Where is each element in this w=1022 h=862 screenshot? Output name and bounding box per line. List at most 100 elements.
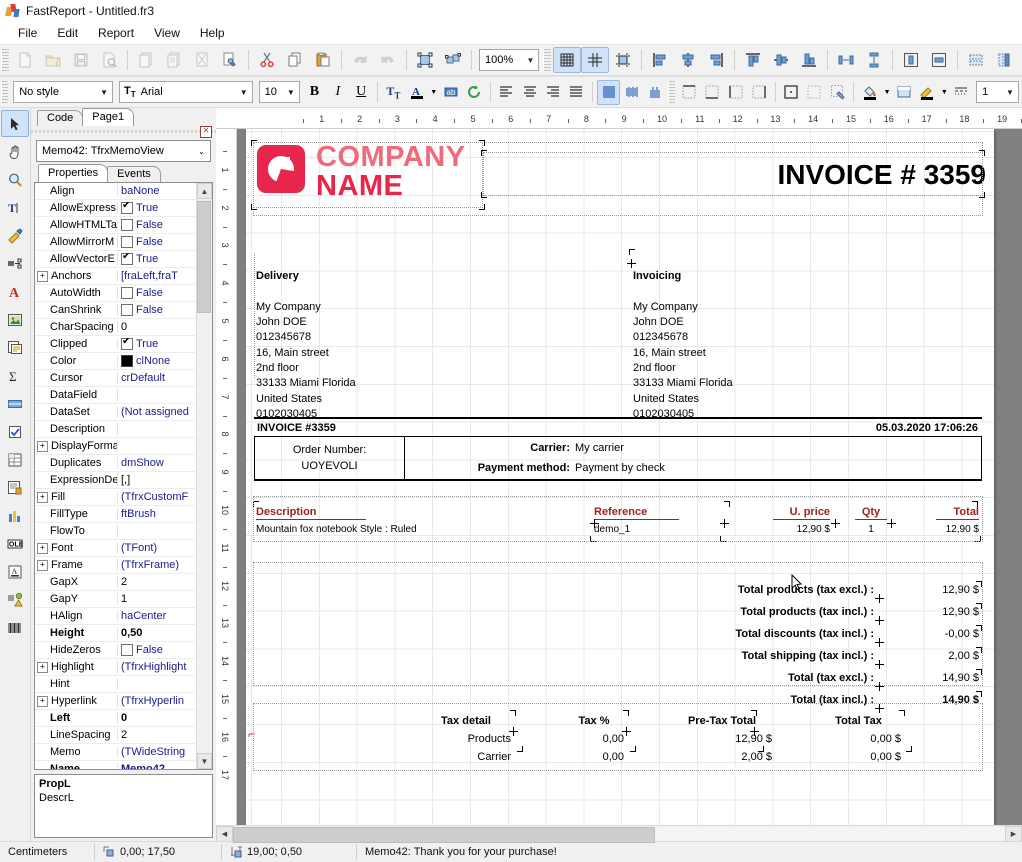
property-value[interactable]: False: [118, 304, 196, 316]
memo-tool[interactable]: A: [1, 278, 29, 305]
property-value[interactable]: (TfrxCustomF: [118, 491, 196, 503]
menu-file[interactable]: File: [8, 24, 47, 42]
chevron-down-icon[interactable]: ▼: [236, 88, 252, 97]
property-value[interactable]: ftBrush: [118, 508, 196, 520]
property-row[interactable]: Hint: [35, 676, 196, 693]
checkbox-icon[interactable]: [121, 253, 133, 265]
align-text-center-icon[interactable]: [518, 80, 541, 105]
chevron-down-icon[interactable]: ▼: [428, 81, 439, 104]
expand-icon[interactable]: +: [37, 542, 48, 554]
checkbox-tool[interactable]: [1, 418, 29, 445]
frame-edit-icon[interactable]: [826, 80, 849, 105]
property-list[interactable]: Align baNone AllowExpress True AllowHTMLTa Fa…: [35, 183, 196, 769]
format-painter-tool[interactable]: [1, 222, 29, 249]
insert-band-tool[interactable]: [1, 250, 29, 277]
property-value[interactable]: True: [118, 338, 196, 350]
property-value[interactable]: 2: [118, 729, 196, 741]
same-height-icon[interactable]: [990, 47, 1018, 73]
property-row[interactable]: + DisplayForma: [35, 438, 196, 455]
hand-tool[interactable]: [1, 138, 29, 165]
new-page-icon[interactable]: [132, 47, 160, 73]
expand-icon[interactable]: +: [37, 661, 48, 673]
checkbox-icon[interactable]: [121, 304, 133, 316]
copy-icon[interactable]: [281, 47, 309, 73]
zoom-combo[interactable]: 100% ▼: [479, 49, 539, 71]
property-value[interactable]: 2: [118, 576, 196, 588]
canvas-scroll-area[interactable]: COMPANY NAME INVOICE # 3359 Delivery My …: [237, 129, 1022, 825]
menu-view[interactable]: View: [144, 24, 190, 42]
checkbox-icon[interactable]: [121, 202, 133, 214]
expand-icon[interactable]: +: [37, 491, 48, 503]
table-tool[interactable]: [1, 446, 29, 473]
preview-icon[interactable]: [95, 47, 123, 73]
horizontal-scrollbar[interactable]: ◀ ▶: [216, 825, 1022, 843]
property-value[interactable]: 0: [118, 321, 196, 333]
property-row[interactable]: + Anchors [fraLeft,fraT: [35, 268, 196, 285]
hscroll-thumb[interactable]: [233, 826, 655, 843]
copy-page-icon[interactable]: [160, 47, 188, 73]
ole-tool[interactable]: OLE: [1, 530, 29, 557]
barcode-tool[interactable]: [1, 614, 29, 641]
chevron-down-icon[interactable]: ▼: [1002, 88, 1018, 97]
property-value[interactable]: False: [118, 287, 196, 299]
frame-left-icon[interactable]: [724, 80, 747, 105]
totals-band-outline[interactable]: [253, 562, 983, 686]
bold-button[interactable]: B: [303, 80, 326, 105]
ungroup-icon[interactable]: [439, 47, 467, 73]
valign-top-icon[interactable]: [596, 79, 621, 105]
align-text-left-icon[interactable]: [495, 80, 518, 105]
chevron-down-icon[interactable]: ⌄: [193, 147, 210, 156]
chevron-down-icon[interactable]: ▼: [939, 81, 950, 104]
property-row[interactable]: + Hyperlink (TfrxHyperlin: [35, 693, 196, 710]
expand-icon[interactable]: +: [37, 270, 48, 282]
page-settings-icon[interactable]: [216, 47, 244, 73]
italic-button[interactable]: I: [326, 80, 349, 105]
frame-all-icon[interactable]: [779, 80, 802, 105]
property-value[interactable]: baNone: [118, 185, 196, 197]
close-panel-icon[interactable]: ✕: [200, 126, 212, 138]
line-style-icon[interactable]: [950, 80, 973, 105]
align-right-icon[interactable]: [702, 47, 730, 73]
property-value[interactable]: (TFont): [118, 542, 196, 554]
subreport-tool[interactable]: [1, 334, 29, 361]
order-band-header[interactable]: INVOICE #3359 05.03.2020 17:06:26: [254, 417, 982, 437]
property-value[interactable]: False: [118, 644, 196, 656]
report-page[interactable]: COMPANY NAME INVOICE # 3359 Delivery My …: [246, 129, 994, 825]
undo-icon[interactable]: [346, 47, 374, 73]
tab-events[interactable]: Events: [107, 166, 161, 182]
font-color-icon[interactable]: A: [405, 80, 428, 105]
property-row[interactable]: FillType ftBrush: [35, 506, 196, 523]
property-value[interactable]: 0,50: [118, 627, 196, 639]
text-tool[interactable]: T: [1, 194, 29, 221]
checkbox-icon[interactable]: [121, 338, 133, 350]
property-value[interactable]: (TfrxFrame): [118, 559, 196, 571]
property-value[interactable]: (TWideString: [118, 746, 196, 758]
align-left-icon[interactable]: [646, 47, 674, 73]
property-row[interactable]: AllowHTMLTa False: [35, 217, 196, 234]
underline-button[interactable]: U: [349, 80, 372, 105]
property-value[interactable]: [,]: [118, 474, 196, 486]
scroll-right-icon[interactable]: ▶: [1005, 825, 1022, 842]
order-band-body[interactable]: Order Number: UOYEVOLI Carrier: My carri…: [254, 437, 982, 481]
format-toolbar-grip[interactable]: [1, 81, 9, 103]
property-row[interactable]: AutoWidth False: [35, 285, 196, 302]
delete-page-icon[interactable]: [188, 47, 216, 73]
order-number-cell[interactable]: Order Number: UOYEVOLI: [255, 437, 405, 479]
property-row[interactable]: AllowVectorE True: [35, 251, 196, 268]
property-row[interactable]: + Highlight (TfrxHighlight: [35, 659, 196, 676]
font-dialog-icon[interactable]: TT: [382, 80, 405, 105]
zoom-tool[interactable]: [1, 166, 29, 193]
logo-memo-outline[interactable]: [251, 140, 485, 210]
frame-toolbar-grip[interactable]: [667, 81, 676, 103]
property-row[interactable]: CharSpacing 0: [35, 319, 196, 336]
open-icon[interactable]: [39, 47, 67, 73]
align-middle-icon[interactable]: [767, 47, 795, 73]
property-row[interactable]: DataSet (Not assigned: [35, 404, 196, 421]
line-tool[interactable]: [1, 390, 29, 417]
frame-top-icon[interactable]: [677, 80, 700, 105]
data-band-outline[interactable]: [253, 496, 983, 542]
property-value[interactable]: True: [118, 253, 196, 265]
chevron-down-icon[interactable]: ▼: [882, 81, 893, 104]
shape-tool[interactable]: [1, 586, 29, 613]
property-row[interactable]: FlowTo: [35, 523, 196, 540]
